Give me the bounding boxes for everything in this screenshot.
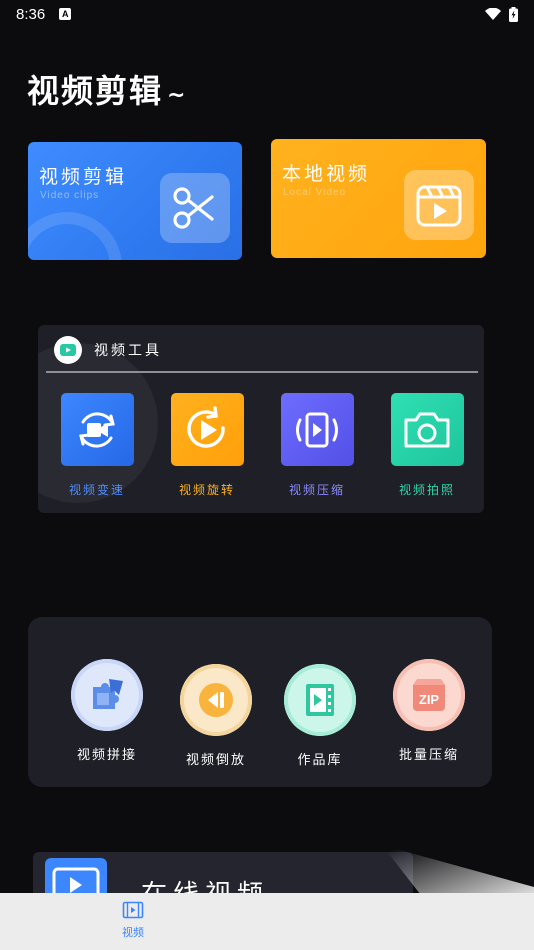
wifi-icon bbox=[485, 7, 501, 20]
card-decoration bbox=[28, 212, 122, 260]
more-label: 视频拼接 bbox=[76, 748, 137, 763]
zip-icon: ZIP bbox=[393, 659, 465, 731]
more-tools-panel: 视频拼接 视频倒放 作品库 ZIP 批量压缩 bbox=[28, 617, 492, 787]
status-time: 8:36 bbox=[16, 5, 46, 23]
more-item-works-library[interactable]: 作品库 bbox=[265, 664, 375, 768]
tools-header: 视频工具 bbox=[54, 336, 162, 364]
card-title: 视频剪辑 bbox=[39, 166, 128, 188]
play-rotate-icon bbox=[170, 393, 244, 466]
status-left: 8:36 A bbox=[16, 5, 72, 23]
camera-icon bbox=[390, 393, 464, 466]
battery-icon bbox=[509, 6, 518, 22]
card-subtitle: Video clips bbox=[40, 190, 100, 201]
card-subtitle: Local Video bbox=[283, 187, 347, 198]
more-label: 作品库 bbox=[297, 753, 343, 768]
divider bbox=[46, 371, 478, 373]
video-tab-icon bbox=[122, 901, 144, 919]
status-bar: 8:36 A bbox=[0, 0, 534, 28]
tool-video-speed[interactable]: 视频变速 bbox=[47, 393, 147, 498]
tool-video-rotate[interactable]: 视频旋转 bbox=[157, 393, 257, 498]
video-compress-icon bbox=[280, 393, 354, 466]
puzzle-icon bbox=[71, 659, 143, 731]
more-label: 批量压缩 bbox=[398, 748, 459, 763]
more-item-batch-compress[interactable]: ZIP 批量压缩 bbox=[374, 659, 484, 763]
svg-text:ZIP: ZIP bbox=[419, 692, 440, 707]
tool-label: 视频压缩 bbox=[288, 483, 345, 497]
tools-header-label: 视频工具 bbox=[94, 343, 162, 359]
rewind-icon bbox=[180, 664, 252, 736]
status-right bbox=[485, 6, 518, 22]
tool-video-compress[interactable]: 视频压缩 bbox=[267, 393, 367, 498]
notification-badge: A bbox=[59, 8, 72, 20]
nav-tab-label: 视频 bbox=[122, 926, 144, 939]
tool-label: 视频旋转 bbox=[178, 483, 235, 497]
film-play-icon bbox=[404, 170, 474, 240]
tv-icon bbox=[54, 336, 82, 364]
video-tools-panel: 视频工具 视频变速 视频旋转 视频压缩 视频拍照 bbox=[38, 325, 484, 513]
tool-video-photo[interactable]: 视频拍照 bbox=[377, 393, 477, 498]
camera-rotate-icon bbox=[60, 393, 134, 466]
page-title[interactable]: 视频剪辑 ~ bbox=[27, 66, 187, 112]
nav-tab-video[interactable]: 视频 bbox=[108, 901, 158, 940]
title-dropdown-icon[interactable]: ~ bbox=[167, 83, 187, 108]
page-title-text: 视频剪辑 bbox=[27, 72, 164, 110]
bottom-nav: 视频 bbox=[0, 893, 534, 950]
more-item-video-reverse[interactable]: 视频倒放 bbox=[161, 664, 271, 768]
card-title: 本地视频 bbox=[282, 163, 371, 185]
local-video-card[interactable]: 本地视频 Local Video bbox=[271, 139, 486, 258]
film-library-icon bbox=[284, 664, 356, 736]
more-item-video-merge[interactable]: 视频拼接 bbox=[52, 659, 162, 763]
more-label: 视频倒放 bbox=[185, 753, 246, 768]
scissors-icon bbox=[160, 173, 230, 243]
tool-label: 视频变速 bbox=[68, 483, 125, 497]
tool-label: 视频拍照 bbox=[398, 483, 455, 497]
video-clip-card[interactable]: 视频剪辑 Video clips bbox=[28, 142, 242, 260]
